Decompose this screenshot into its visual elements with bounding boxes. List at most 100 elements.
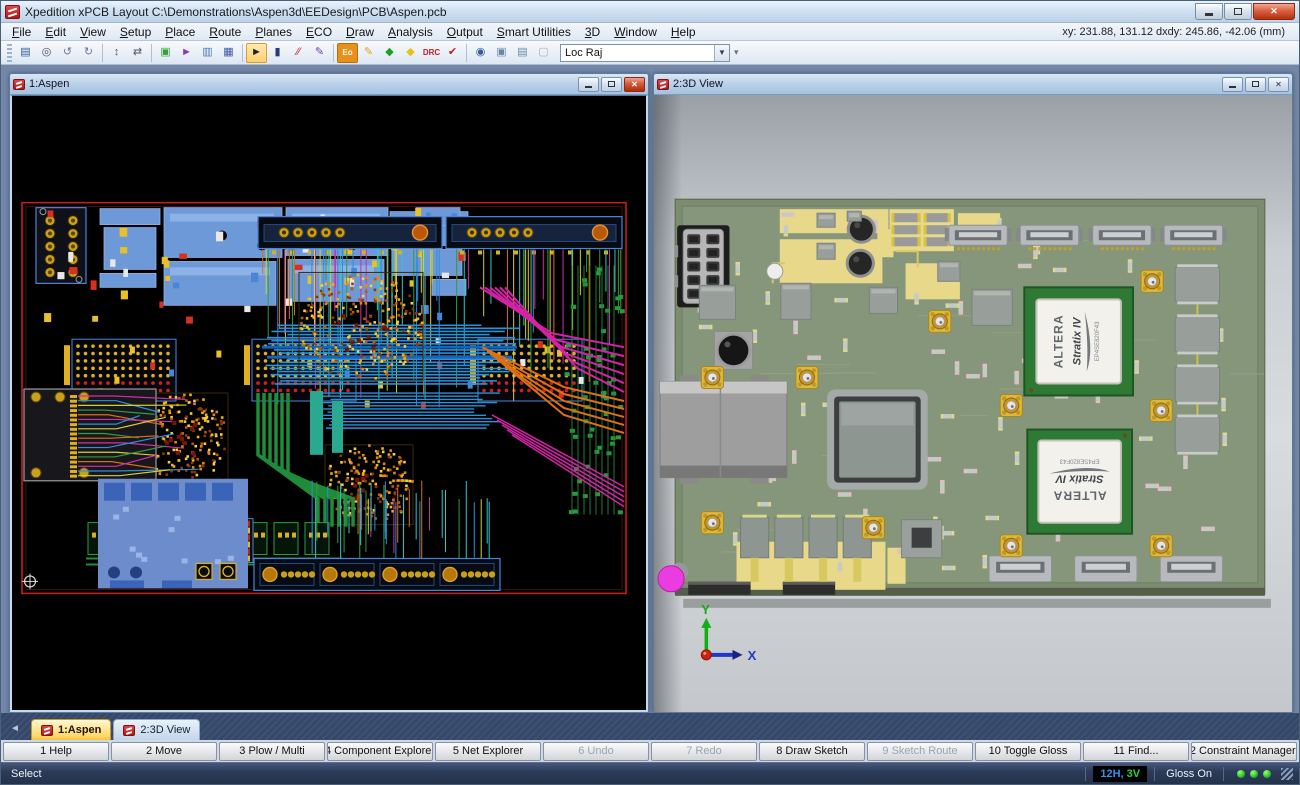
view3d-window-titlebar[interactable]: 2:3D View ✕ [654, 74, 1292, 95]
layers-icon[interactable]: ▮ [267, 43, 288, 63]
menu-route[interactable]: Route [202, 24, 248, 40]
aspen-window-titlebar[interactable]: 1:Aspen ✕ [10, 74, 648, 95]
gloss-indicator[interactable]: Gloss On [1162, 768, 1216, 780]
resize-grip[interactable] [1281, 768, 1293, 780]
redo-icon[interactable]: ↻ [78, 43, 99, 63]
fanout-icon[interactable]: ▦ [218, 43, 239, 63]
tab-2-3d-view[interactable]: 2:3D View [113, 719, 200, 740]
fpga2-family: Stratix IV [1054, 473, 1104, 485]
minimize-button[interactable] [1195, 3, 1223, 20]
tab-1-aspen[interactable]: 1:Aspen [31, 719, 111, 740]
drc-icon[interactable]: DRC [421, 43, 442, 63]
zoom-icon[interactable]: ◉ [470, 43, 491, 63]
layer-indicator: 12H, 3V [1093, 766, 1147, 782]
left-connector-footprint [24, 389, 198, 481]
layer-vertical: 3V [1127, 768, 1140, 780]
move-icon[interactable]: ► [176, 43, 197, 63]
toolbar-overflow-icon[interactable]: ▾ [734, 47, 739, 58]
status-light-green [1263, 770, 1271, 778]
scheme-combobox[interactable]: Loc Raj ▼ [560, 44, 730, 62]
status-bar: Select 12H, 3V Gloss On [1, 762, 1299, 784]
menu-draw[interactable]: Draw [339, 24, 381, 40]
sma-footprint [220, 563, 236, 579]
fkey-10-toggle-gloss[interactable]: 10 Toggle Gloss [975, 742, 1081, 761]
sma-connector[interactable] [1150, 535, 1172, 557]
sma-connector[interactable] [1000, 394, 1022, 416]
tab-scroll-left-icon[interactable]: ◄ [7, 720, 23, 736]
fkey-4-component-explorer[interactable]: 4 Component Explorer [327, 742, 433, 761]
fkey-12-constraint-manager-[interactable]: 12 Constraint Manager... [1191, 742, 1297, 761]
menu-planes[interactable]: Planes [248, 24, 299, 40]
route-pencil-icon[interactable]: ✎ [309, 43, 330, 63]
aspen-minimize-button[interactable] [578, 77, 599, 92]
edit-doc-icon[interactable]: ✎ [358, 43, 379, 63]
aspen-restore-button[interactable] [601, 77, 622, 92]
menu-3d[interactable]: 3D [578, 24, 607, 40]
tab-label: 1:Aspen [58, 724, 101, 736]
process-status-lights [1231, 770, 1277, 778]
menu-eco[interactable]: ECO [299, 24, 339, 40]
swap-parts-icon[interactable]: ⇄ [127, 43, 148, 63]
close-button[interactable]: ✕ [1253, 3, 1295, 20]
chevron-down-icon[interactable]: ▼ [714, 45, 729, 61]
left-edge-connector[interactable] [660, 375, 787, 483]
function-key-bar: 1 Help2 Move3 Plow / Multi4 Component Ex… [1, 740, 1299, 762]
warn-diamond-icon[interactable]: ◆ [400, 43, 421, 63]
fkey-1-help[interactable]: 1 Help [3, 742, 109, 761]
fkey-3-plow-multi[interactable]: 3 Plow / Multi [219, 742, 325, 761]
fkey-8-draw-sketch[interactable]: 8 Draw Sketch [759, 742, 865, 761]
toolbar-separator [151, 44, 152, 62]
menu-window[interactable]: Window [607, 24, 664, 40]
sma-connector[interactable] [701, 366, 723, 388]
disabled-tool-icon[interactable]: ▢ [533, 43, 554, 63]
menu-output[interactable]: Output [440, 24, 490, 40]
pcb-2d-canvas[interactable] [12, 96, 646, 710]
qfp-asic[interactable] [827, 389, 928, 489]
drc-check-icon[interactable]: ✔ [442, 43, 463, 63]
document-icon [41, 725, 53, 736]
menu-analysis[interactable]: Analysis [381, 24, 440, 40]
save-icon[interactable]: ▤ [15, 43, 36, 63]
pcb-3d-canvas[interactable]: ALTERA Stratix IV EP4SE820F43 EP4SE820F4… [654, 95, 1292, 712]
menu-setup[interactable]: Setup [113, 24, 158, 40]
place-parts-icon[interactable]: ↕ [106, 43, 127, 63]
fkey-2-move[interactable]: 2 Move [111, 742, 217, 761]
fpga-u1[interactable]: ALTERA Stratix IV EP4SE820F43 [1024, 287, 1133, 395]
electrolytic-cap [714, 331, 752, 369]
fkey-5-net-explorer[interactable]: 5 Net Explorer [435, 742, 541, 761]
menu-place[interactable]: Place [158, 24, 202, 40]
sma-connector[interactable] [1000, 535, 1022, 557]
sma-connector[interactable] [1141, 270, 1163, 292]
window-props-icon[interactable]: ▤ [512, 43, 533, 63]
title-bar[interactable]: Xpedition xPCB Layout C:\Demonstrations\… [1, 1, 1299, 23]
pass-diamond-icon[interactable]: ◆ [379, 43, 400, 63]
fpga-u2[interactable]: EP4SE820F43 Stratix IV ALTERA [1027, 430, 1132, 534]
unroute-icon[interactable]: ⁄⁄ [288, 43, 309, 63]
copy-icon[interactable]: ▥ [197, 43, 218, 63]
menu-smart-utilities[interactable]: Smart Utilities [490, 24, 578, 40]
select-mode-icon[interactable]: ► [246, 43, 267, 63]
sma-connector[interactable] [862, 517, 884, 539]
menu-file[interactable]: File [5, 24, 38, 40]
view3d-close-button[interactable]: ✕ [1268, 77, 1289, 92]
view3d-minimize-button[interactable] [1222, 77, 1243, 92]
sma-connector[interactable] [929, 310, 951, 332]
menu-help[interactable]: Help [664, 24, 703, 40]
sma-connector[interactable] [1150, 399, 1172, 421]
aspen-close-button[interactable]: ✕ [624, 77, 645, 92]
find-icon[interactable]: ◎ [36, 43, 57, 63]
board-view-icon[interactable]: ▣ [155, 43, 176, 63]
menu-edit[interactable]: Edit [38, 24, 73, 40]
maximize-button[interactable] [1224, 3, 1252, 20]
sma-connector[interactable] [701, 512, 723, 534]
menu-view[interactable]: View [73, 24, 113, 40]
toolbar-grip[interactable] [7, 44, 12, 62]
eco-icon[interactable]: Eo [337, 43, 358, 63]
new-window-icon[interactable]: ▣ [491, 43, 512, 63]
fkey-11-find-[interactable]: 11 Find... [1083, 742, 1189, 761]
view3d-restore-button[interactable] [1245, 77, 1266, 92]
undo-icon[interactable]: ↺ [57, 43, 78, 63]
status-light-green [1250, 770, 1258, 778]
minimize-icon [1205, 13, 1213, 16]
sma-connector[interactable] [796, 366, 818, 388]
